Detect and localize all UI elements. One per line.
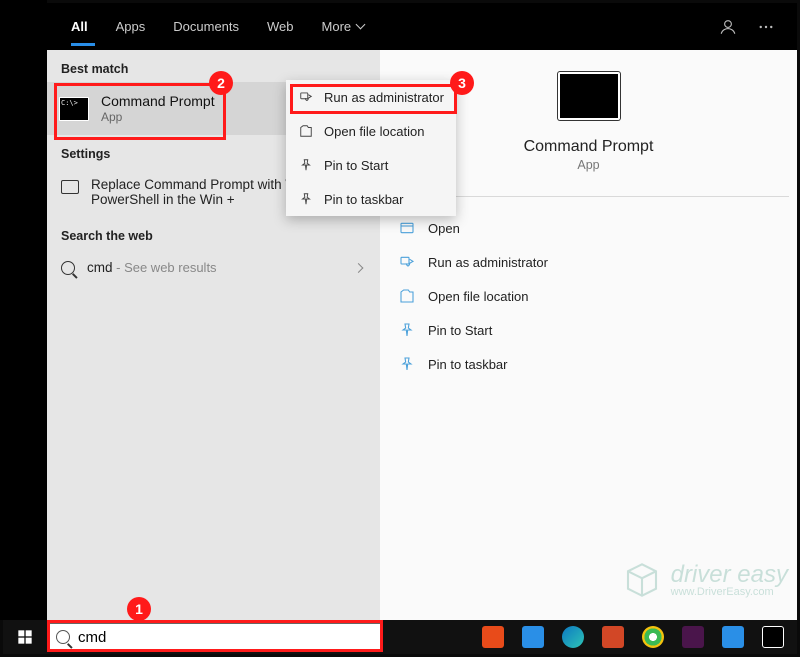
preview-title: Command Prompt — [524, 138, 654, 156]
admin-shield-icon — [398, 253, 416, 271]
action-open-label: Open — [428, 221, 460, 236]
annotation-number-2: 2 — [209, 71, 233, 95]
web-result-hint: - See web results — [113, 260, 217, 275]
annotation-number-3: 3 — [450, 71, 474, 95]
action-open-location-label: Open file location — [428, 289, 528, 304]
tab-apps[interactable]: Apps — [102, 3, 160, 50]
pin-taskbar-icon — [398, 355, 416, 373]
section-search-web: Search the web — [47, 217, 380, 249]
pin-taskbar-icon — [298, 191, 314, 207]
taskbar-app-edge[interactable] — [553, 620, 593, 654]
search-scope-tabs: All Apps Documents Web More — [47, 3, 797, 50]
tab-more-label: More — [322, 19, 352, 34]
ctx-pin-taskbar-label: Pin to taskbar — [324, 192, 404, 207]
taskbar-pinned-apps — [473, 620, 797, 654]
chevron-down-icon — [356, 20, 366, 30]
folder-icon — [298, 123, 314, 139]
action-pin-start-label: Pin to Start — [428, 323, 492, 338]
action-pin-start[interactable]: Pin to Start — [394, 313, 795, 347]
action-pin-taskbar[interactable]: Pin to taskbar — [394, 347, 795, 381]
annotation-box-1 — [47, 620, 383, 652]
taskbar-app-chrome[interactable] — [633, 620, 673, 654]
open-icon — [398, 219, 416, 237]
search-icon — [61, 261, 75, 275]
ctx-open-location[interactable]: Open file location — [286, 114, 456, 148]
folder-icon — [398, 287, 416, 305]
action-open-location[interactable]: Open file location — [394, 279, 795, 313]
account-icon[interactable] — [719, 18, 737, 36]
tab-all[interactable]: All — [57, 3, 102, 50]
desktop-wallpaper-strip — [0, 0, 47, 620]
annotation-box-2 — [54, 83, 226, 140]
web-result-term: cmd — [87, 260, 113, 275]
tab-web[interactable]: Web — [253, 3, 308, 50]
action-run-admin-label: Run as administrator — [428, 255, 548, 270]
taskbar-app-snagit[interactable] — [473, 620, 513, 654]
ctx-pin-taskbar[interactable]: Pin to taskbar — [286, 182, 456, 216]
action-run-admin[interactable]: Run as administrator — [394, 245, 795, 279]
pin-start-icon — [398, 321, 416, 339]
taskbar-app-powerpoint[interactable] — [593, 620, 633, 654]
annotation-box-3 — [290, 84, 457, 114]
window-icon — [61, 180, 79, 194]
app-thumbnail — [558, 72, 620, 120]
web-result-item[interactable]: cmd - See web results — [47, 249, 380, 286]
ctx-pin-start-label: Pin to Start — [324, 158, 388, 173]
more-options-icon[interactable] — [757, 18, 775, 36]
preview-subtitle: App — [577, 158, 599, 172]
pin-start-icon — [298, 157, 314, 173]
tab-documents[interactable]: Documents — [159, 3, 253, 50]
ctx-open-location-label: Open file location — [324, 124, 424, 139]
action-open[interactable]: Open — [394, 211, 795, 245]
ctx-pin-start[interactable]: Pin to Start — [286, 148, 456, 182]
start-button[interactable] — [3, 620, 47, 654]
chevron-right-icon — [354, 263, 364, 273]
annotation-number-1: 1 — [127, 597, 151, 621]
taskbar-app-command-prompt[interactable] — [753, 620, 793, 654]
taskbar-app-slack[interactable] — [673, 620, 713, 654]
taskbar-app-window[interactable] — [713, 620, 753, 654]
action-pin-taskbar-label: Pin to taskbar — [428, 357, 508, 372]
taskbar-app-generic-blue[interactable] — [513, 620, 553, 654]
tab-more[interactable]: More — [308, 3, 379, 50]
